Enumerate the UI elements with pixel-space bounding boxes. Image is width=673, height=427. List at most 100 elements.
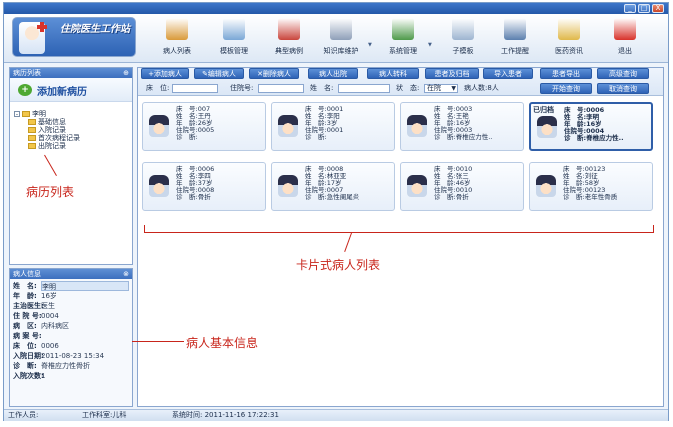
knowledge-base-icon: [330, 18, 352, 40]
info-value: 医生: [41, 302, 55, 310]
patient-avatar: [278, 115, 298, 137]
discharge-patient-button[interactable]: 病人出院: [308, 68, 358, 79]
patient-info-header: 病人信息 ⊗: [10, 269, 132, 279]
tree-item-admission-record[interactable]: 入院记录: [14, 126, 80, 134]
close-button[interactable]: X: [652, 4, 664, 13]
info-value: 0006: [41, 342, 59, 350]
info-row-doctor: 主治医生: 医生: [13, 301, 129, 311]
tree-item-label: 基础信息: [38, 118, 66, 126]
info-row-name: 姓 名: 李明: [13, 281, 129, 291]
bed-input[interactable]: [172, 84, 218, 93]
card-diagnosis: 诊 断:: [176, 133, 198, 141]
toolbar-work-reminder[interactable]: 工作提醒: [490, 18, 540, 60]
maximize-button[interactable]: □: [638, 4, 650, 13]
toolbar-patient-list-label: 病人列表: [163, 47, 191, 55]
status-bar: 工作人员: 工作科室:儿科 系统时间: 2011-11-16 17:22:31: [4, 409, 668, 421]
tree-item-basic-info[interactable]: 基础信息: [14, 118, 80, 126]
info-value: 李明: [41, 281, 129, 291]
info-value: 内科病区: [41, 322, 69, 330]
toolbar-knowledge-base[interactable]: 知识库维护: [316, 18, 366, 60]
left-pane: 病历列表 ⊕ + 添加新病历 - 李明 基础信息 入院记录 首次病程记录 出院记…: [9, 67, 133, 407]
export-patient-button[interactable]: 患者导出: [540, 68, 592, 79]
title-bar: _ □ X: [4, 3, 668, 14]
app-title: 住院医生工作站: [60, 24, 130, 35]
collapse-icon[interactable]: -: [14, 111, 20, 118]
patient-card-selected[interactable]: 已归档 床 号:0006 姓 名:李明 年 龄:16岁 住院号:0004 诊 断…: [529, 102, 653, 151]
archive-patient-button[interactable]: 患者及归档: [425, 68, 479, 79]
tree-item-discharge-record[interactable]: 出院记录: [14, 142, 80, 150]
patient-avatar: [537, 116, 557, 138]
toolbar-patient-list[interactable]: 病人列表: [152, 18, 202, 60]
info-key: 床 位:: [13, 342, 37, 350]
status-staff: 工作人员:: [8, 411, 39, 419]
patient-card[interactable]: 床 号:0008 姓 名:林亚亚 年 龄:17岁 住院号:0007 诊 断:急性…: [271, 162, 395, 211]
card-lines: 床 号:0006 姓 名:李明 年 龄:16岁 住院号:0004 诊 断:脊椎应…: [564, 107, 624, 142]
import-patient-button[interactable]: 导入患者: [483, 68, 533, 79]
name-input[interactable]: [338, 84, 390, 93]
info-key: 入院次数:: [13, 372, 44, 380]
pin-icon[interactable]: ⊗: [123, 269, 129, 279]
transfer-patient-button[interactable]: 病人转科: [367, 68, 419, 79]
tree-item-first-course-record[interactable]: 首次病程记录: [14, 134, 80, 142]
record-tree: - 李明 基础信息 入院记录 首次病程记录 出院记录: [14, 110, 80, 150]
work-reminder-icon: [504, 18, 526, 40]
folder-icon: [22, 111, 30, 117]
info-value: 16岁: [41, 292, 57, 300]
card-diagnosis: 诊 断:脊椎应力性..: [564, 134, 624, 142]
edit-patient-button[interactable]: ✎编辑病人: [194, 68, 244, 79]
tree-root[interactable]: - 李明: [14, 110, 80, 118]
info-key: 病 案 号:: [13, 332, 42, 340]
info-key: 姓 名:: [13, 282, 37, 290]
card-lines: 床 号:0006 姓 名:李四 年 龄:37岁 住院号:0008 诊 断:骨折: [176, 166, 214, 201]
patient-card[interactable]: 床 号:0001 姓 名:李阳 年 龄:3岁 住院号:0001 诊 断:: [271, 102, 395, 151]
add-record-button[interactable]: + 添加新病历: [10, 78, 132, 102]
status-time: 系统时间: 2011-11-16 17:22:31: [172, 411, 279, 419]
folder-icon: [28, 127, 36, 133]
power-icon: [614, 18, 636, 40]
patient-avatar: [407, 175, 427, 197]
info-key: 诊 断:: [13, 362, 37, 370]
toolbar-medical-news[interactable]: 医药资讯: [544, 18, 594, 60]
tree-item-label: 入院记录: [38, 126, 66, 134]
toolbar-template-manage[interactable]: 模板管理: [209, 18, 259, 60]
patient-card[interactable]: 床 号:007 姓 名:王丹 年 龄:26岁 住院号:0005 诊 断:: [142, 102, 266, 151]
card-lines: 床 号:0010 姓 名:张三 年 龄:46岁 住院号:0010 诊 断:骨折: [434, 166, 472, 201]
toolbar-system-manage[interactable]: 系统管理: [378, 18, 428, 60]
patient-card[interactable]: 床 号:0010 姓 名:张三 年 龄:46岁 住院号:0010 诊 断:骨折: [400, 162, 524, 211]
main-toolbar: 住院医生工作站 病人列表 模板管理 典型病例 知识库维护 ▼ 系统管理 ▼ 子模…: [4, 14, 668, 63]
chevron-down-icon[interactable]: ▼: [428, 42, 432, 48]
toolbar-work-reminder-label: 工作提醒: [501, 47, 529, 55]
typical-case-icon: [278, 18, 300, 40]
info-key: 入院日期:: [13, 352, 44, 360]
toolbar-sub-template[interactable]: 子模板: [438, 18, 488, 60]
info-row-admission-no: 住 院 号: 0004: [13, 311, 129, 321]
toolbar-exit[interactable]: 退出: [600, 18, 650, 60]
info-row-ward: 病 区: 内科病区: [13, 321, 129, 331]
delete-patient-button[interactable]: ✕删除病人: [249, 68, 299, 79]
advanced-search-button[interactable]: 高级查询: [597, 68, 649, 79]
info-value: 0004: [41, 312, 59, 320]
folder-icon: [28, 135, 36, 141]
info-row-admission-date: 入院日期: 2011-08-23 15:34: [13, 351, 129, 361]
admission-input[interactable]: [258, 84, 304, 93]
status-select[interactable]: 在院 ▼: [424, 84, 458, 93]
card-diagnosis: 诊 断:脊椎应力性..: [434, 133, 493, 141]
toolbar-typical-case-label: 典型病例: [275, 47, 303, 55]
toolbar-exit-label: 退出: [618, 47, 632, 55]
patient-card[interactable]: 床 号:00123 姓 名:刘征 年 龄:58岁 住院号:00123 诊 断:老…: [529, 162, 653, 211]
archived-badge: 已归档: [533, 106, 554, 114]
tree-item-label: 出院记录: [38, 142, 66, 150]
chevron-down-icon[interactable]: ▼: [368, 42, 372, 48]
toolbar-medical-news-label: 医药资讯: [555, 47, 583, 55]
add-patient-button[interactable]: +添加病人: [141, 68, 189, 79]
patient-card[interactable]: 床 号:0003 姓 名:王艳 年 龄:16岁 住院号:0003 诊 断:脊椎应…: [400, 102, 524, 151]
card-list-bracket: [144, 225, 654, 233]
minimize-button[interactable]: _: [624, 4, 636, 13]
patient-card[interactable]: 床 号:0006 姓 名:李四 年 龄:37岁 住院号:0008 诊 断:骨折: [142, 162, 266, 211]
medical-news-icon: [558, 18, 580, 40]
pin-icon[interactable]: ⊕: [123, 68, 129, 78]
record-list-header: 病历列表 ⊕: [10, 68, 132, 78]
card-lines: 床 号:0008 姓 名:林亚亚 年 龄:17岁 住院号:0007 诊 断:急性…: [305, 166, 359, 201]
status-value: 在院: [427, 84, 441, 92]
toolbar-typical-case[interactable]: 典型病例: [264, 18, 314, 60]
